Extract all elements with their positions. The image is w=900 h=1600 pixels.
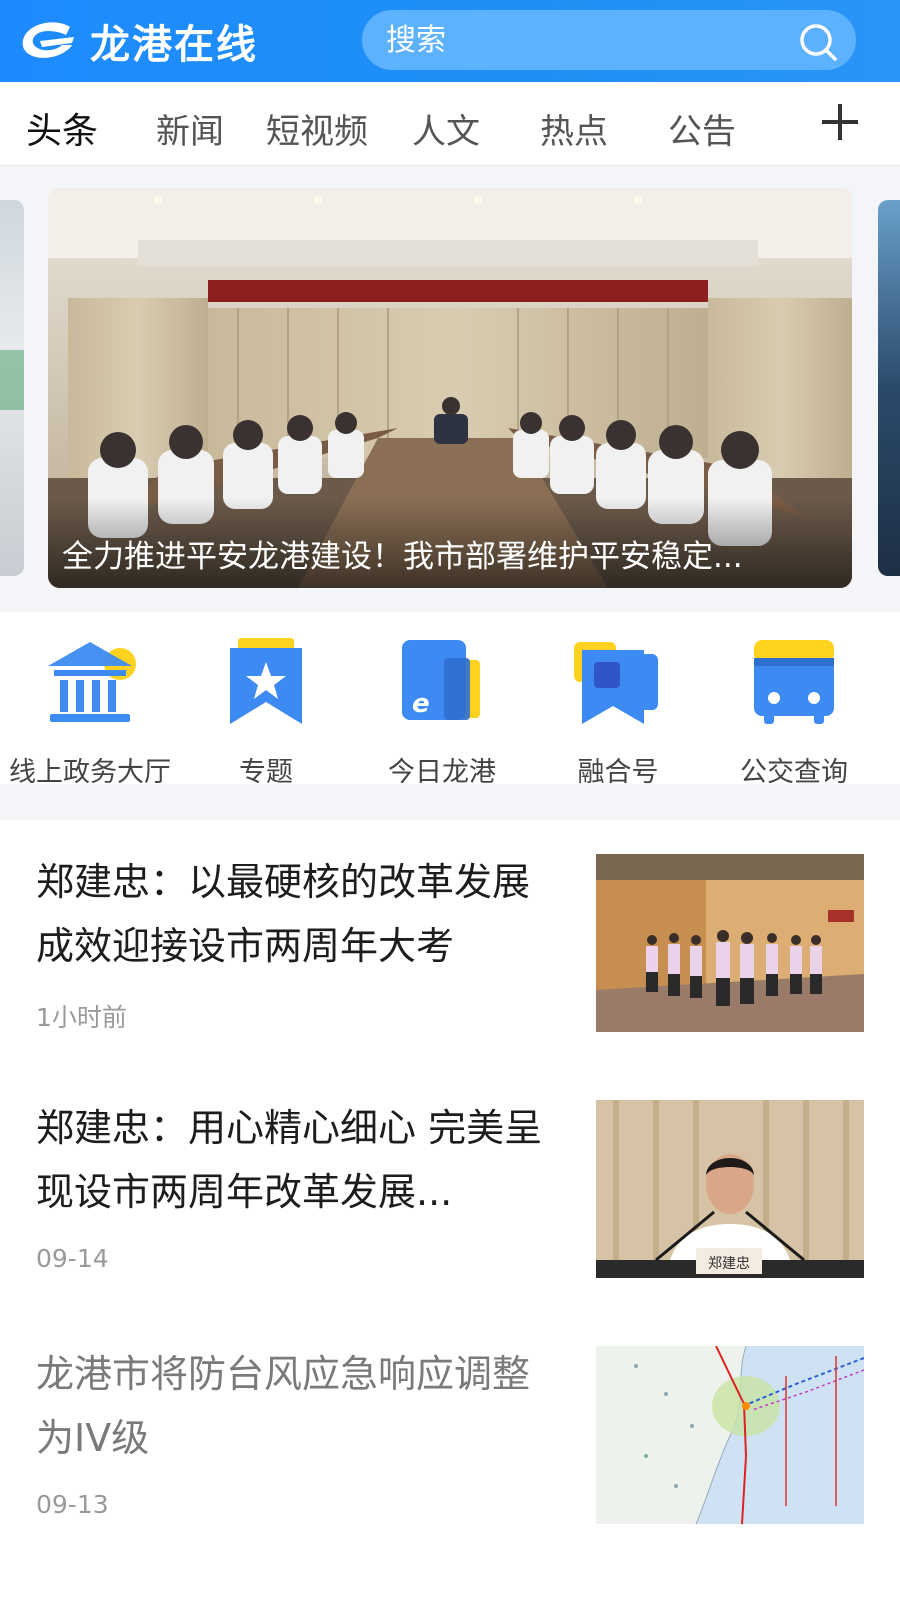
banner-caption: 全力推进平安龙港建设！我市部署维护平安稳定... [62, 539, 743, 575]
news-thumbnail [596, 854, 864, 1032]
tab-hot[interactable]: 热点 [540, 104, 608, 153]
media-bookmark-icon [574, 642, 658, 724]
news-title: 郑建忠：用心精心细心 完美呈现设市两周年改革发展... [36, 1106, 543, 1214]
search-icon[interactable] [798, 22, 838, 62]
news-title: 郑建忠：以最硬核的改革发展成效迎接设市两周年大考 [36, 860, 531, 968]
carousel-prev-slide[interactable] [0, 200, 24, 576]
quick-link-today[interactable]: e 今日龙港 [352, 624, 532, 788]
bus-icon [754, 640, 834, 724]
news-thumbnail: 郑建忠 [596, 1100, 864, 1278]
tab-culture[interactable]: 人文 [412, 104, 480, 153]
tab-news[interactable]: 新闻 [156, 104, 224, 153]
banner-carousel: 全力推进平安龙港建设！我市部署维护平安稳定... [0, 166, 900, 612]
quick-link-media[interactable]: 融合号 [528, 624, 708, 788]
search-input[interactable] [386, 22, 786, 58]
channel-tabs: 头条 新闻 短视频 人文 热点 公告 [0, 82, 900, 166]
news-item[interactable]: 郑建忠：以最硬核的改革发展成效迎接设市两周年大考 1小时前 [0, 820, 900, 1066]
tab-short-video[interactable]: 短视频 [266, 104, 368, 153]
government-building-icon [48, 642, 136, 722]
star-bookmark-icon [230, 638, 302, 724]
quick-link-gov-hall[interactable]: 线上政务大厅 [0, 624, 180, 788]
tab-notice[interactable]: 公告 [668, 104, 736, 153]
app-logo[interactable]: 龙港在线 [18, 10, 258, 72]
add-channel-icon[interactable] [818, 100, 862, 144]
news-item[interactable]: 郑建忠：用心精心细心 完美呈现设市两周年改革发展... 09-14 郑建忠 [0, 1066, 900, 1312]
news-thumbnail [596, 1346, 864, 1524]
carousel-next-slide[interactable] [878, 200, 900, 576]
news-time: 09-13 [36, 1490, 109, 1519]
quick-links: 线上政务大厅 专题 e 今日龙港 融合号 公交查询 [0, 612, 900, 788]
news-item[interactable]: 龙港市将防台风应急响应调整为IV级 09-13 [0, 1312, 900, 1558]
quick-link-bus[interactable]: 公交查询 [704, 624, 884, 788]
browser-e-icon: e [402, 640, 480, 720]
logo-mark-icon [22, 22, 74, 58]
news-time: 1小时前 [36, 1003, 127, 1032]
banner-slide[interactable]: 全力推进平安龙港建设！我市部署维护平安稳定... [48, 188, 852, 588]
svg-text:e: e [412, 689, 430, 719]
nameplate-text: 郑建忠 [708, 1256, 750, 1272]
app-header: 龙港在线 [0, 0, 900, 82]
quick-link-topics[interactable]: 专题 [176, 624, 356, 788]
search-bar[interactable] [362, 10, 856, 70]
news-title: 龙港市将防台风应急响应调整为IV级 [36, 1352, 531, 1460]
news-time: 09-14 [36, 1244, 109, 1273]
tab-headlines[interactable]: 头条 [26, 102, 98, 154]
section-divider [0, 784, 900, 820]
app-name: 龙港在线 [90, 22, 258, 68]
